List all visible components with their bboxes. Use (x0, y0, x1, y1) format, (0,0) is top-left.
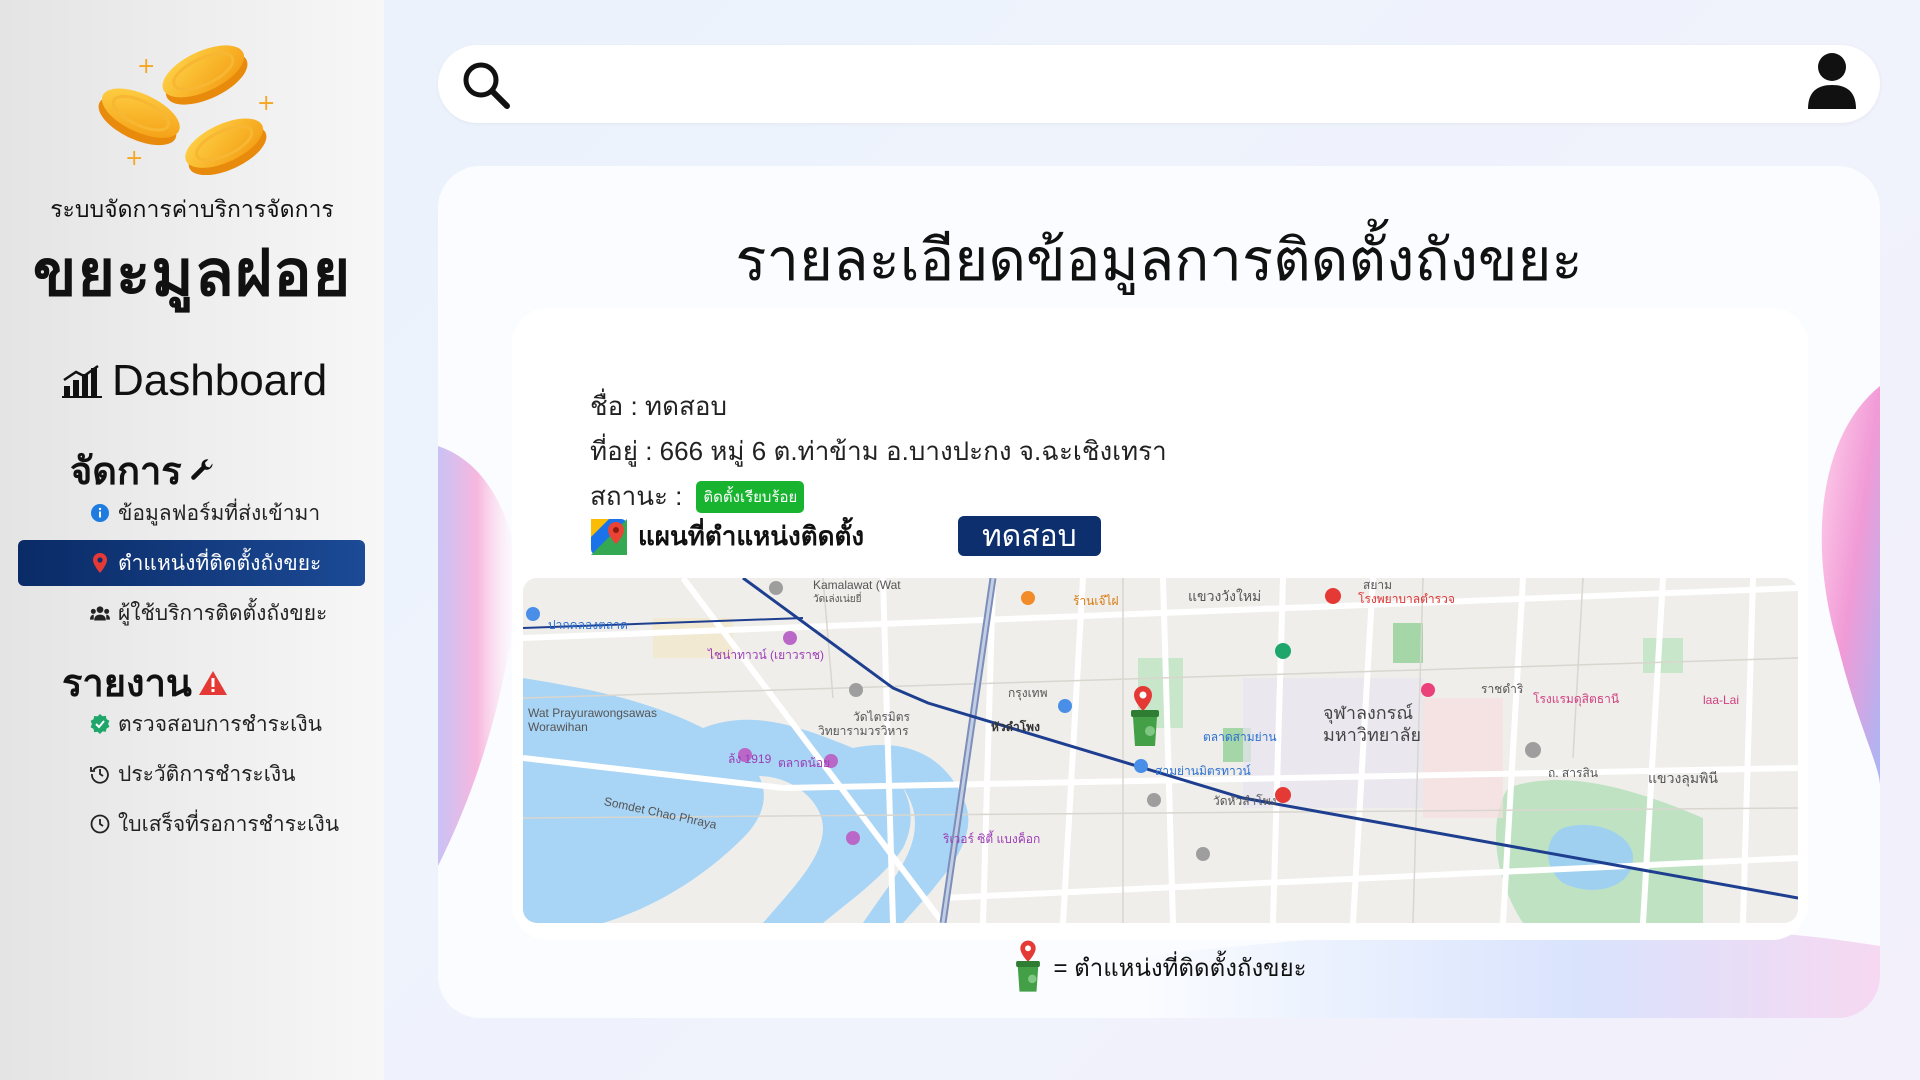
map-pin-callout: ทดสอบ (958, 516, 1101, 556)
map-label: มหาวิทยาลัย (1323, 725, 1422, 745)
sidebar-item-label: ข้อมูลฟอร์มที่ส่งเข้ามา (118, 501, 321, 525)
nav-dashboard[interactable]: Dashboard (62, 356, 327, 406)
sidebar-item-pending-receipts[interactable]: ใบเสร็จที่รอการชำระเงิน (18, 801, 365, 847)
page-title: รายละเอียดข้อมูลการติดตั้งถังขยะ (735, 228, 1583, 293)
map-label: โรงแรมดุสิตธานี (1533, 692, 1620, 706)
map-legend: = ตำแหน่งที่ติดตั้งถังขยะ (438, 936, 1880, 998)
sidebar-item-label: ใบเสร็จที่รอการชำระเงิน (118, 812, 340, 836)
map-label: ปากคลองตลาด (548, 618, 628, 632)
map-label: ถ. สารสิน (1548, 766, 1598, 780)
sidebar-item-payment-history[interactable]: ประวัติการชำระเงิน (18, 751, 365, 797)
svg-text:+: + (125, 146, 143, 171)
info-icon (90, 503, 110, 523)
installation-map[interactable]: Kamalawat (Wat วัดเล่งเน่ยยี่ ไชน่าทาวน์… (523, 578, 1798, 923)
sidebar-item-label: ผู้ใช้บริการติดตั้งถังขยะ (118, 601, 328, 625)
wrench-icon (190, 458, 213, 480)
map-label: แขวงวังใหม่ (1188, 588, 1262, 604)
coins-logo-icon: + + + (98, 45, 275, 175)
status-label: สถานะ : (590, 481, 683, 511)
users-icon (90, 603, 110, 623)
map-label: ร้านเจ๊ไฝ (1073, 594, 1119, 608)
trash-bin-marker-icon[interactable] (1127, 686, 1167, 748)
sidebar-item-form-submissions[interactable]: ข้อมูลฟอร์มที่ส่งเข้ามา (18, 490, 365, 536)
sidebar-item-label: ตรวจสอบการชำระเงิน (118, 712, 322, 736)
status-line: สถานะ : ติดตั้งเรียบร้อย (590, 476, 805, 517)
search-icon[interactable] (460, 59, 512, 111)
verified-badge-icon (90, 714, 110, 734)
trash-bin-legend-icon (1016, 940, 1041, 992)
map-label: วัดเล่งเน่ยยี่ (813, 594, 862, 605)
sidebar-item-label: ตำแหน่งที่ติดตั้งถังขยะ (118, 551, 322, 575)
map-label: Kamalawat (Wat (813, 578, 901, 592)
map-label: วัดหัวลำโพง (1213, 794, 1277, 808)
history-icon (90, 764, 110, 784)
sidebar-item-label: ประวัติการชำระเงิน (118, 762, 296, 786)
map-label: แขวงลุมพินี (1648, 770, 1718, 786)
map-label: หัวลำโพง (991, 720, 1040, 734)
map-pin-label: ทดสอบ (982, 519, 1077, 553)
sidebar-item-service-users[interactable]: ผู้ใช้บริการติดตั้งถังขยะ (18, 590, 365, 636)
map-label: Worawihan (528, 720, 588, 734)
address-text: ที่อยู่ : 666 หมู่ 6 ต.ท่าข้าม อ.บางปะกง… (590, 436, 1167, 466)
map-label: สามย่านมิตรทาวน์ (1155, 764, 1251, 778)
map-label: ตลาดน้อย (778, 756, 831, 770)
clock-icon (90, 814, 110, 834)
address-line: ที่อยู่ : 666 หมู่ 6 ต.ท่าข้าม อ.บางปะกง… (590, 431, 1167, 472)
main-panel: รายละเอียดข้อมูลการติดตั้งถังขยะ ชื่อ : … (438, 166, 1880, 1018)
google-maps-icon (591, 518, 627, 555)
map-label: วิทยารามวรวิหาร (818, 724, 909, 738)
map-canvas (523, 578, 1798, 923)
sidebar-item-bin-locations[interactable]: ตำแหน่งที่ติดตั้งถังขยะ (18, 540, 365, 586)
map-label: กรุงเทพ (1008, 686, 1048, 700)
location-pin-icon (90, 553, 110, 573)
svg-text:+: + (137, 54, 155, 79)
map-label: ล้ง 1919 (728, 752, 772, 766)
map-label: สยาม (1363, 578, 1393, 592)
brand-title: ขยะมูลฝอย (32, 237, 352, 309)
nav-dashboard-label: Dashboard (112, 356, 328, 405)
name-line: ชื่อ : ทดสอบ (590, 386, 727, 427)
sidebar: + + + ระบบจัดการค่าบริการจัดการ ขยะมูลฝอ… (0, 0, 384, 1080)
warning-icon (198, 670, 227, 695)
map-label: ตลาดสามย่าน (1203, 730, 1277, 744)
map-label: ราชดำริ (1481, 682, 1524, 696)
map-heading: แผนที่ตำแหน่งติดตั้ง (590, 516, 864, 557)
map-label: ริเวอร์ ซิตี้ แบงค็อก (943, 832, 1041, 846)
bar-chart-icon (62, 364, 102, 398)
svg-text:+: + (257, 91, 275, 116)
sidebar-item-payment-check[interactable]: ตรวจสอบการชำระเงิน (18, 701, 365, 747)
map-label: ไชน่าทาวน์ (เยาวราช) (708, 648, 824, 662)
map-label: Wat Prayurawongsawas (528, 706, 657, 720)
status-badge: ติดตั้งเรียบร้อย (696, 480, 805, 513)
legend-text: = ตำแหน่งที่ติดตั้งถังขยะ (1053, 954, 1307, 982)
name-text: ชื่อ : ทดสอบ (590, 391, 727, 421)
user-avatar-icon[interactable] (1804, 51, 1860, 111)
map-heading-label: แผนที่ตำแหน่งติดตั้ง (638, 521, 865, 551)
top-search-bar[interactable] (438, 45, 1880, 123)
map-label: laa-Lai (1703, 693, 1740, 707)
